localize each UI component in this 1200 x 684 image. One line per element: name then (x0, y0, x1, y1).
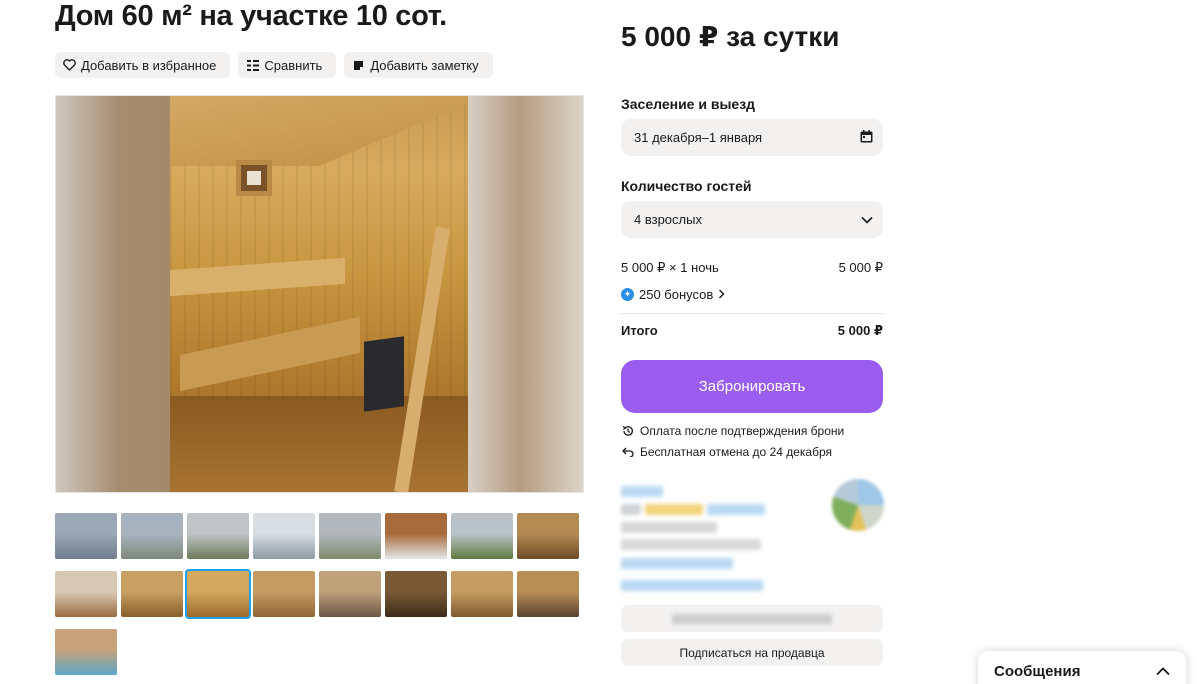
photo-thumbnail[interactable] (451, 513, 513, 559)
add-note-label: Добавить заметку (370, 57, 479, 73)
photo-thumbnails (55, 513, 579, 675)
photo-thumbnail[interactable] (319, 513, 381, 559)
photo-thumbnail[interactable] (187, 513, 249, 559)
checkin-date-field[interactable]: 31 декабря–1 января (621, 119, 883, 156)
seller-avatar[interactable] (832, 479, 884, 531)
calendar-icon (860, 129, 873, 146)
total-value: 5 000 ₽ (837, 323, 883, 338)
add-to-favorites-label: Добавить в избранное (81, 57, 217, 73)
payment-note: Оплата после подтверждения брони (621, 424, 844, 438)
chevron-up-icon (1156, 663, 1170, 680)
messages-panel[interactable]: Сообщения (978, 651, 1186, 684)
divider (621, 313, 883, 314)
compare-label: Сравнить (264, 57, 323, 73)
photo-thumbnail[interactable] (253, 513, 315, 559)
bonus-label: 250 бонусов (639, 287, 714, 302)
guests-value: 4 взрослых (634, 212, 702, 227)
photo-thumbnail[interactable] (451, 571, 513, 617)
total-label: Итого (621, 323, 658, 338)
photo-thumbnail[interactable] (121, 571, 183, 617)
payment-note-text: Оплата после подтверждения брони (640, 424, 845, 438)
photo-thumbnail[interactable] (385, 571, 447, 617)
history-icon (621, 425, 634, 437)
cancel-note: Бесплатная отмена до 24 декабря (621, 445, 832, 459)
messages-label: Сообщения (994, 662, 1081, 680)
photo-thumbnail[interactable] (55, 513, 117, 559)
photo-thumbnail[interactable] (517, 571, 579, 617)
sauna-photo (170, 96, 468, 492)
bonus-icon: ✦ (621, 288, 634, 301)
heart-icon (63, 59, 76, 72)
photo-thumbnail[interactable] (185, 569, 251, 619)
checkin-date-value: 31 декабря–1 января (634, 130, 763, 145)
compare-button[interactable]: Сравнить (238, 52, 337, 78)
chevron-down-icon (861, 212, 873, 227)
checkin-label: Заселение и выезд (621, 96, 756, 112)
photo-thumbnail[interactable] (121, 513, 183, 559)
photo-thumbnail[interactable] (517, 513, 579, 559)
chevron-right-icon (718, 287, 725, 302)
price-calc-label: 5 000 ₽ × 1 ночь (621, 260, 719, 275)
photo-thumbnail[interactable] (253, 571, 315, 617)
listing-actions: Добавить в избранное Сравнить Добавить з… (55, 52, 493, 78)
price-calc-row: 5 000 ₽ × 1 ночь 5 000 ₽ (621, 260, 883, 276)
book-button[interactable]: Забронировать (621, 360, 883, 413)
cancel-note-text: Бесплатная отмена до 24 декабря (640, 445, 833, 459)
guests-select[interactable]: 4 взрослых (621, 201, 883, 238)
add-note-button[interactable]: Добавить заметку (344, 52, 493, 78)
photo-thumbnail[interactable] (55, 571, 117, 617)
photo-thumbnail[interactable] (319, 571, 381, 617)
photo-thumbnail[interactable] (55, 629, 117, 675)
main-photo[interactable] (55, 95, 584, 493)
subscribe-seller-button[interactable]: Подписаться на продавца (621, 639, 883, 666)
bonus-link[interactable]: ✦ 250 бонусов (621, 287, 725, 302)
add-to-favorites-button[interactable]: Добавить в избранное (55, 52, 231, 78)
price-per-day: 5 000 ₽ за сутки (621, 21, 840, 52)
price-calc-value: 5 000 ₽ (838, 260, 883, 275)
note-icon (352, 59, 365, 72)
seller-blurred-button[interactable] (621, 605, 883, 632)
total-row: Итого 5 000 ₽ (621, 323, 883, 339)
photo-thumbnail[interactable] (385, 513, 447, 559)
listing-title: Дом 60 м² на участке 10 сот. (55, 0, 447, 32)
compare-icon (246, 59, 259, 72)
return-icon (621, 447, 634, 457)
guests-label: Количество гостей (621, 178, 752, 194)
